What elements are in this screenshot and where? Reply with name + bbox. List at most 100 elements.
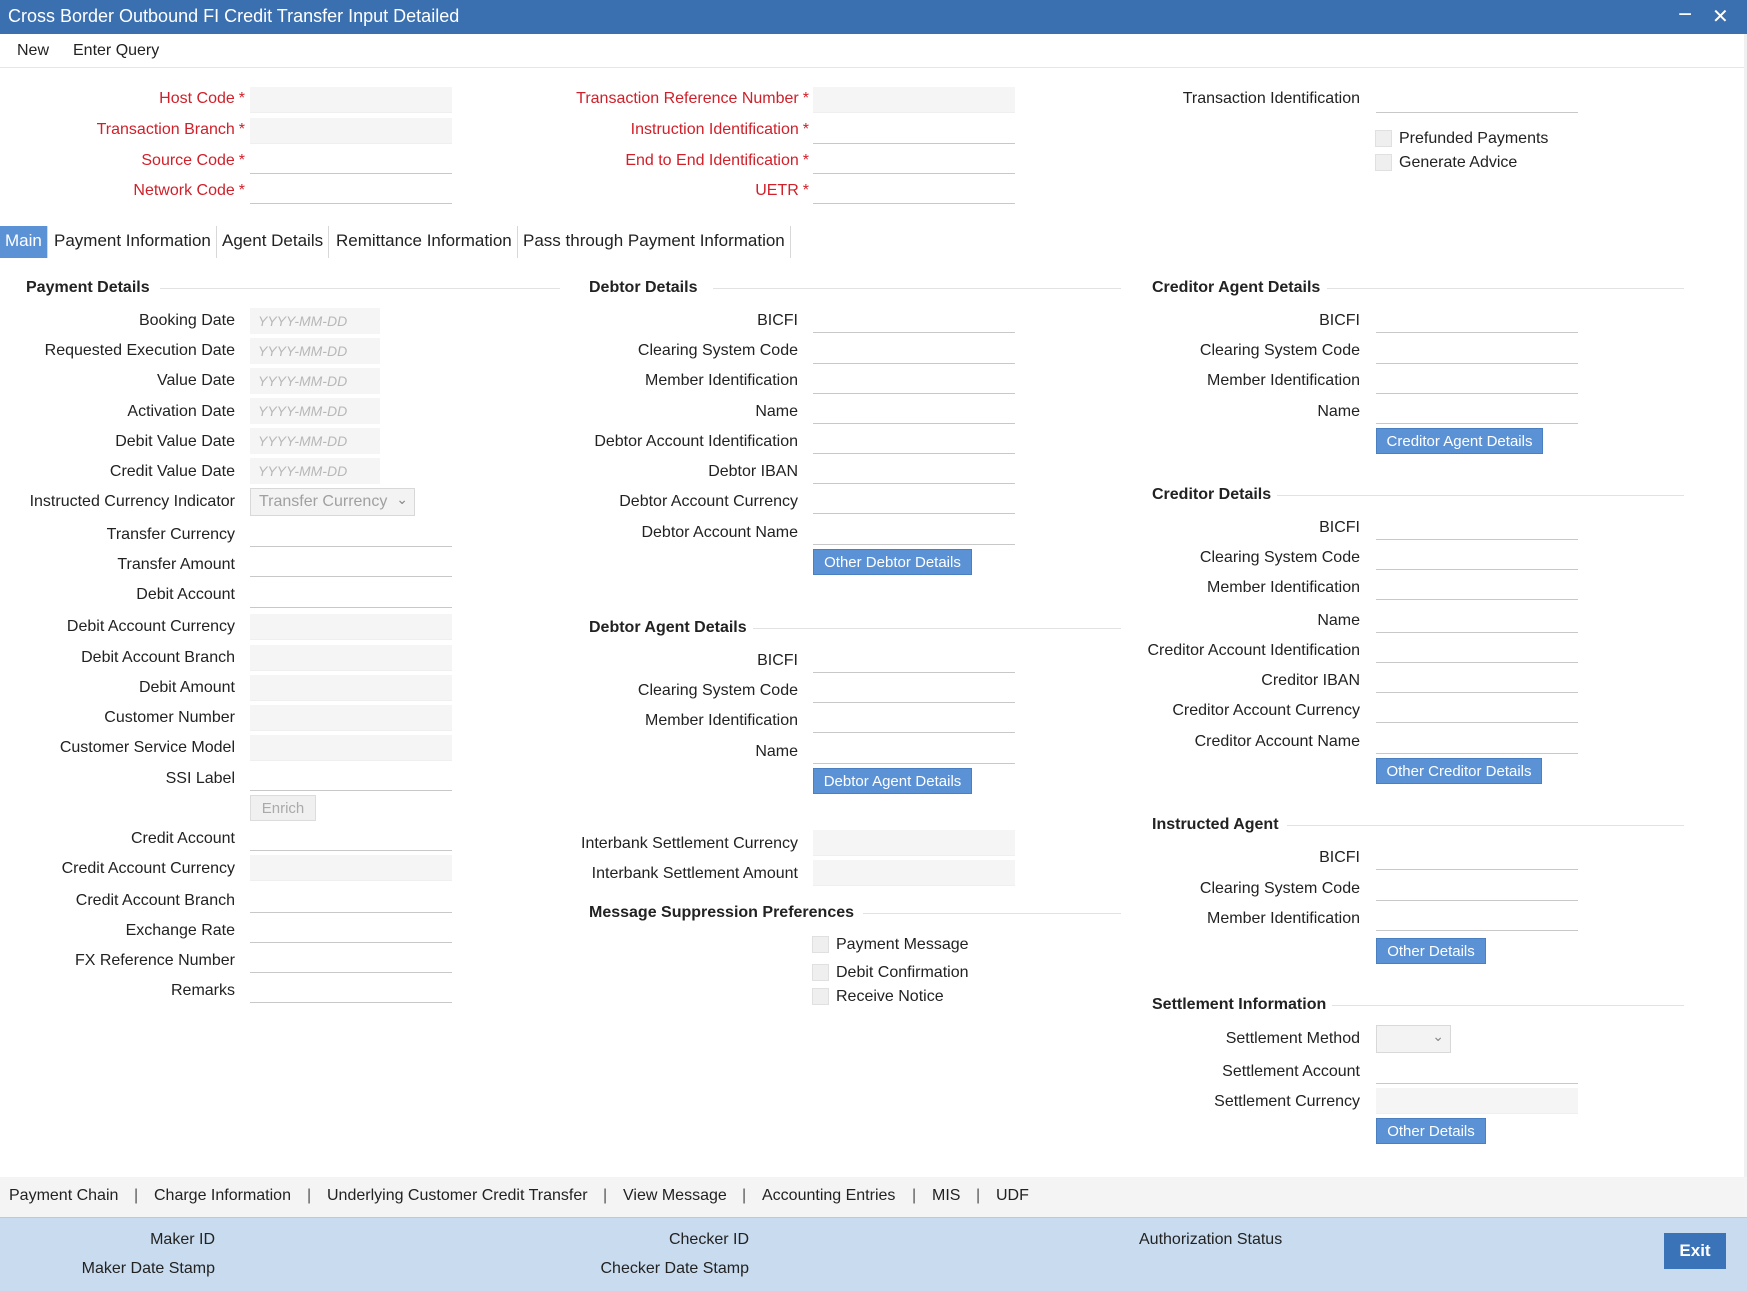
customer-service-model-input[interactable] [250,735,452,761]
debtor-agent-member-identification-input[interactable] [813,707,1015,733]
source-code-input[interactable] [250,148,452,174]
link-view-message[interactable]: View Message [623,1187,727,1205]
debtor-agent-bicfi-input[interactable] [813,647,1015,673]
debtor-agent-clearing-system-code-input[interactable] [813,677,1015,703]
credit-account-input[interactable] [250,825,452,851]
end-to-end-identification-input[interactable] [813,148,1015,174]
transaction-identification-input[interactable] [1376,87,1578,113]
transaction-reference-number-input[interactable] [813,87,1015,113]
debit-value-date-input[interactable]: YYYY-MM-DD [250,428,380,454]
link-payment-chain[interactable]: Payment Chain [9,1187,118,1205]
creditor-account-name-input[interactable] [1376,728,1578,754]
debtor-account-currency-input[interactable] [813,488,1015,514]
settlement-method-select[interactable]: ⌄ [1376,1025,1451,1053]
host-code-input[interactable] [250,87,452,113]
transfer-currency-input[interactable] [250,521,452,547]
value-date-input[interactable]: YYYY-MM-DD [250,368,380,394]
host-code-label: Host Code * [159,90,245,107]
instructed-agent-bicfi-input[interactable] [1376,844,1578,870]
debtor-agent-name-input[interactable] [813,738,1015,764]
instruction-identification-input[interactable] [813,118,1015,144]
minimize-icon[interactable]: − [1678,1,1692,29]
other-creditor-details-button[interactable]: Other Creditor Details [1376,758,1542,784]
other-debtor-details-button[interactable]: Other Debtor Details [813,549,972,575]
settlement-other-details-button[interactable]: Other Details [1376,1118,1486,1144]
enrich-button[interactable]: Enrich [250,795,316,821]
receive-notice-checkbox[interactable] [812,988,829,1005]
credit-account-currency-input[interactable] [250,855,452,881]
creditor-agent-details-button[interactable]: Creditor Agent Details [1376,428,1543,454]
tab-pass-through-payment-information[interactable]: Pass through Payment Information [518,226,791,258]
creditor-account-identification-input[interactable] [1376,637,1578,663]
maker-id-label: Maker ID [150,1231,215,1248]
creditor-account-currency-input[interactable] [1376,697,1578,723]
creditor-agent-bicfi-input[interactable] [1376,307,1578,333]
interbank-settlement-currency-input[interactable] [813,830,1015,856]
menu-new[interactable]: New [17,42,49,60]
creditor-agent-clearing-system-code-input[interactable] [1376,338,1578,364]
debtor-clearing-system-code-input[interactable] [813,338,1015,364]
creditor-agent-clearing-system-code-label: Clearing System Code [1199,342,1360,359]
debtor-iban-input[interactable] [813,458,1015,484]
interbank-settlement-currency-label: Interbank Settlement Currency [581,835,798,852]
customer-number-input[interactable] [250,705,452,731]
payment-message-checkbox[interactable] [812,936,829,953]
debtor-bicfi-input[interactable] [813,307,1015,333]
creditor-agent-member-identification-input[interactable] [1376,368,1578,394]
instructed-agent-other-details-button[interactable]: Other Details [1376,938,1486,964]
close-icon[interactable]: ✕ [1712,4,1729,29]
prefunded-payments-checkbox[interactable] [1375,130,1392,147]
debit-amount-input[interactable] [250,675,452,701]
generate-advice-checkbox[interactable] [1375,154,1392,171]
instructed-agent-clearing-system-code-input[interactable] [1376,875,1578,901]
interbank-settlement-amount-input[interactable] [813,860,1015,886]
exit-button[interactable]: Exit [1664,1233,1726,1269]
credit-value-date-label: Credit Value Date [109,463,235,480]
link-charge-information[interactable]: Charge Information [154,1187,291,1205]
network-code-input[interactable] [250,178,452,204]
transfer-amount-input[interactable] [250,551,452,577]
menu-enter-query[interactable]: Enter Query [73,42,159,60]
link-underlying-customer-credit-transfer[interactable]: Underlying Customer Credit Transfer [327,1187,588,1205]
creditor-clearing-system-code-input[interactable] [1376,544,1578,570]
debit-account-branch-input[interactable] [250,645,452,671]
creditor-iban-input[interactable] [1376,667,1578,693]
settlement-currency-input[interactable] [1376,1088,1578,1114]
tab-remittance-information[interactable]: Remittance Information [331,226,518,258]
exchange-rate-input[interactable] [250,917,452,943]
creditor-bicfi-input[interactable] [1376,514,1578,540]
tab-agent-details[interactable]: Agent Details [217,226,330,258]
tab-main[interactable]: Main [0,226,48,258]
tab-payment-information[interactable]: Payment Information [49,226,217,258]
fx-reference-number-input[interactable] [250,947,452,973]
creditor-agent-name-input[interactable] [1376,398,1578,424]
booking-date-input[interactable]: YYYY-MM-DD [250,308,380,334]
title-bar: Cross Border Outbound FI Credit Transfer… [0,0,1747,34]
remarks-input[interactable] [250,977,452,1003]
debtor-agent-member-identification-label: Member Identification [645,712,798,729]
debtor-account-identification-input[interactable] [813,428,1015,454]
credit-account-branch-input[interactable] [250,887,452,913]
debtor-name-input[interactable] [813,398,1015,424]
link-udf[interactable]: UDF [996,1187,1029,1205]
credit-value-date-input[interactable]: YYYY-MM-DD [250,458,380,484]
transaction-branch-input[interactable] [250,118,452,144]
link-accounting-entries[interactable]: Accounting Entries [762,1187,895,1205]
debit-account-input[interactable] [250,582,452,608]
creditor-member-identification-input[interactable] [1376,574,1578,600]
uetr-input[interactable] [813,178,1015,204]
instructed-currency-indicator-value: Transfer Currency [259,493,388,510]
instructed-currency-indicator-select[interactable]: Transfer Currency ⌄ [250,488,415,516]
ssi-label-input[interactable] [250,765,452,791]
debtor-member-identification-input[interactable] [813,368,1015,394]
instructed-agent-member-identification-input[interactable] [1376,905,1578,931]
debit-confirmation-checkbox[interactable] [812,964,829,981]
activation-date-input[interactable]: YYYY-MM-DD [250,398,380,424]
debtor-account-name-input[interactable] [813,519,1015,545]
settlement-account-input[interactable] [1376,1058,1578,1084]
link-mis[interactable]: MIS [932,1187,960,1205]
creditor-name-input[interactable] [1376,607,1578,633]
debtor-agent-details-button[interactable]: Debtor Agent Details [813,768,972,794]
debit-account-currency-input[interactable] [250,614,452,640]
requested-execution-date-input[interactable]: YYYY-MM-DD [250,338,380,364]
